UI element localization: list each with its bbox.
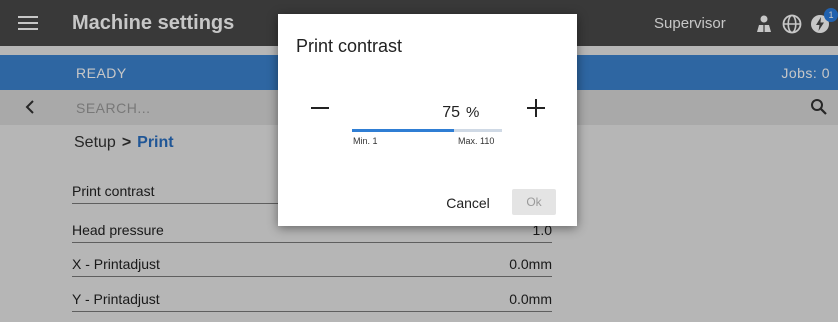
cancel-button[interactable]: Cancel — [438, 189, 498, 217]
value-range-fill — [352, 129, 454, 132]
value-unit: % — [466, 104, 480, 121]
contrast-value[interactable]: 75 — [378, 104, 460, 122]
increase-button[interactable] — [524, 96, 548, 120]
min-label: Min. 1 — [353, 136, 378, 146]
dialog-title: Print contrast — [296, 36, 403, 56]
ok-button[interactable]: Ok — [512, 189, 556, 215]
value-range-track — [352, 129, 502, 132]
print-contrast-dialog: Print contrast 75 % Min. 1 Max. 110 Canc… — [278, 14, 577, 226]
max-label: Max. 110 — [458, 136, 495, 146]
decrease-button[interactable] — [308, 96, 332, 120]
